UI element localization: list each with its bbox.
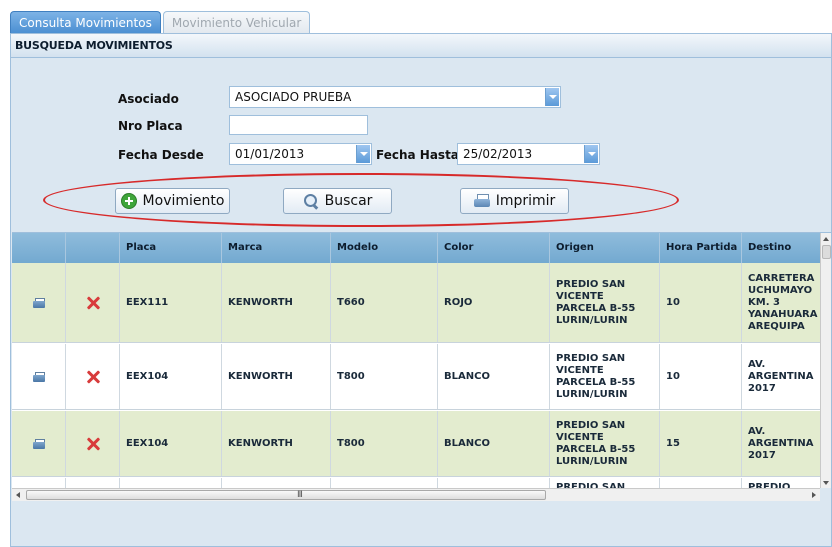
calendar-trigger-icon[interactable] — [584, 145, 598, 163]
cell-origen: PREDIO SAN VICENTE PARCELA B-55 LURIN/LU… — [550, 411, 660, 476]
horizontal-scrollbar[interactable]: III — [12, 488, 820, 501]
delete-row-button[interactable] — [66, 344, 120, 409]
cell-placa: EEX104 — [120, 411, 222, 476]
cell-marca: KENWORTH — [222, 344, 331, 409]
cell-modelo: T800 — [331, 344, 438, 409]
cell-destino: CARRETERA UCHUMAYO KM. 3 YANAHUARA AREQU… — [748, 272, 818, 332]
column-header-delete — [66, 233, 120, 263]
cell-origen: PREDIO SAN VICENTE PARCELA B-55 LURIN/LU… — [550, 344, 660, 409]
cell-color: BLANCO — [438, 411, 550, 476]
placa-input[interactable] — [229, 115, 368, 135]
scroll-left-icon[interactable] — [16, 492, 20, 498]
fecha-hasta-field[interactable]: 25/02/2013 — [457, 143, 600, 165]
movements-grid: Placa Marca Modelo Color Origen Hora Par… — [12, 232, 831, 488]
scroll-grip: III — [297, 490, 303, 500]
print-row-button[interactable] — [12, 263, 66, 342]
fecha-desde-value: 01/01/2013 — [235, 147, 305, 161]
print-row-button[interactable] — [12, 344, 66, 409]
cell-hora-partida: 10 — [660, 263, 742, 342]
column-header-placa[interactable]: Placa — [120, 233, 222, 263]
cell-destino: PREDIO — [748, 482, 791, 488]
delete-icon — [86, 437, 100, 451]
column-header-destino[interactable]: Destino — [742, 233, 820, 263]
asociado-combo[interactable]: ASOCIADO PRUEBA — [229, 86, 561, 108]
print-row-button[interactable] — [12, 411, 66, 476]
cell-delete[interactable] — [66, 478, 120, 488]
scroll-up-icon[interactable] — [823, 237, 829, 241]
column-header-modelo[interactable]: Modelo — [331, 233, 438, 263]
panel-title: BUSQUEDA MOVIMIENTOS — [15, 39, 173, 52]
asociado-value: ASOCIADO PRUEBA — [235, 90, 352, 104]
cell-modelo: T800 — [331, 411, 438, 476]
asociado-label: Asociado — [118, 92, 179, 106]
tab-consulta-movimientos[interactable]: Consulta Movimientos — [10, 11, 161, 33]
cell-marca — [222, 478, 331, 488]
fecha-desde-label: Fecha Desde — [118, 148, 204, 162]
cell-color: ROJO — [438, 263, 550, 342]
fecha-hasta-value: 25/02/2013 — [463, 147, 533, 161]
tab-movimiento-vehicular[interactable]: Movimiento Vehicular — [162, 11, 311, 33]
vertical-scrollbar[interactable] — [820, 233, 831, 488]
cell-placa — [120, 478, 222, 488]
scroll-right-icon[interactable] — [812, 492, 816, 498]
cell-hora-partida — [660, 478, 742, 488]
cell-marca: KENWORTH — [222, 411, 331, 476]
table-row[interactable]: EEX104 KENWORTH T800 BLANCO PREDIO SAN V… — [12, 411, 820, 477]
cell-placa: EEX111 — [120, 263, 222, 342]
delete-icon — [86, 296, 100, 310]
panel-header: BUSQUEDA MOVIMIENTOS — [11, 34, 831, 58]
cell-modelo — [331, 478, 438, 488]
cell-placa: EEX104 — [120, 344, 222, 409]
table-row[interactable]: EEX104 KENWORTH T800 BLANCO PREDIO SAN V… — [12, 344, 820, 410]
printer-icon — [32, 297, 45, 308]
search-panel: BUSQUEDA MOVIMIENTOS Asociado ASOCIADO P… — [10, 33, 832, 547]
vertical-scroll-thumb[interactable] — [822, 245, 831, 259]
printer-icon — [32, 371, 45, 382]
cell-destino: AV. ARGENTINA 2017 — [748, 358, 814, 394]
cell-marca: KENWORTH — [222, 263, 331, 342]
table-row[interactable]: EEX111 KENWORTH T660 ROJO PREDIO SAN VIC… — [12, 263, 820, 343]
column-header-hora-partida[interactable]: Hora Partida — [660, 233, 742, 263]
column-header-marca[interactable]: Marca — [222, 233, 331, 263]
delete-icon — [86, 370, 100, 384]
cell-modelo: T660 — [331, 263, 438, 342]
calendar-trigger-icon[interactable] — [356, 145, 370, 163]
grid-header: Placa Marca Modelo Color Origen Hora Par… — [12, 233, 820, 263]
cell-print[interactable] — [12, 478, 66, 488]
cell-destino: AV. ARGENTINA 2017 — [748, 425, 814, 461]
table-row[interactable]: PREDIO SAN PREDIO — [12, 478, 820, 488]
delete-row-button[interactable] — [66, 263, 120, 342]
cell-color — [438, 478, 550, 488]
cell-hora-partida: 10 — [660, 344, 742, 409]
fecha-hasta-label: Fecha Hasta — [376, 148, 459, 162]
delete-row-button[interactable] — [66, 411, 120, 476]
column-header-origen[interactable]: Origen — [550, 233, 660, 263]
chevron-down-icon[interactable] — [545, 88, 559, 106]
highlight-ellipse — [43, 173, 679, 227]
tab-bar: Consulta Movimientos Movimiento Vehicula… — [10, 11, 312, 33]
placa-label: Nro Placa — [118, 119, 183, 133]
cell-origen: PREDIO SAN — [550, 478, 660, 488]
column-header-color[interactable]: Color — [438, 233, 550, 263]
scroll-down-icon[interactable] — [823, 481, 829, 485]
column-header-print — [12, 233, 66, 263]
horizontal-scroll-thumb[interactable]: III — [26, 490, 546, 500]
cell-origen: PREDIO SAN VICENTE PARCELA B-55 LURIN/LU… — [550, 263, 660, 342]
cell-hora-partida: 15 — [660, 411, 742, 476]
fecha-desde-field[interactable]: 01/01/2013 — [229, 143, 372, 165]
printer-icon — [32, 438, 45, 449]
cell-color: BLANCO — [438, 344, 550, 409]
